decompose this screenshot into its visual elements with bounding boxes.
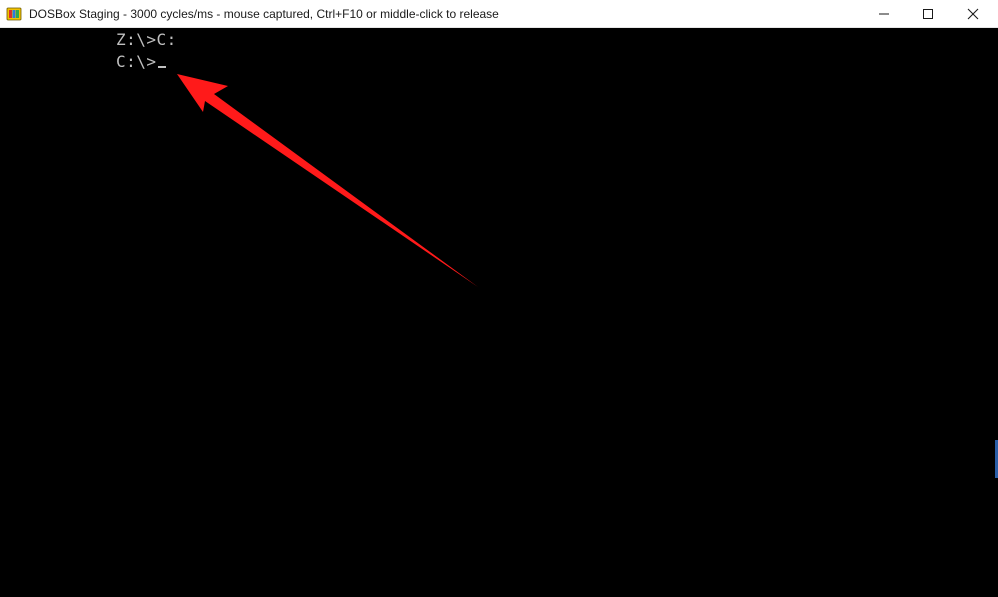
text-cursor	[157, 66, 166, 68]
console-line-1-text: Z:\>C:	[116, 30, 177, 49]
maximize-button[interactable]	[905, 0, 951, 28]
dosbox-icon[interactable]	[6, 6, 22, 22]
window-title: DOSBox Staging - 3000 cycles/ms - mouse …	[29, 7, 499, 21]
close-icon	[967, 8, 979, 20]
title-bar[interactable]: DOSBox Staging - 3000 cycles/ms - mouse …	[0, 0, 998, 28]
maximize-icon	[922, 8, 934, 20]
minimize-icon	[878, 8, 890, 20]
console-line-2: C:\>	[116, 51, 166, 73]
dos-console[interactable]: Z:\>C: C:\>	[0, 28, 998, 597]
console-line-1: Z:\>C:	[116, 29, 177, 51]
close-button[interactable]	[950, 0, 996, 28]
dosbox-window: DOSBox Staging - 3000 cycles/ms - mouse …	[0, 0, 998, 597]
console-line-2-text: C:\>	[116, 52, 157, 71]
minimize-button[interactable]	[861, 0, 907, 28]
